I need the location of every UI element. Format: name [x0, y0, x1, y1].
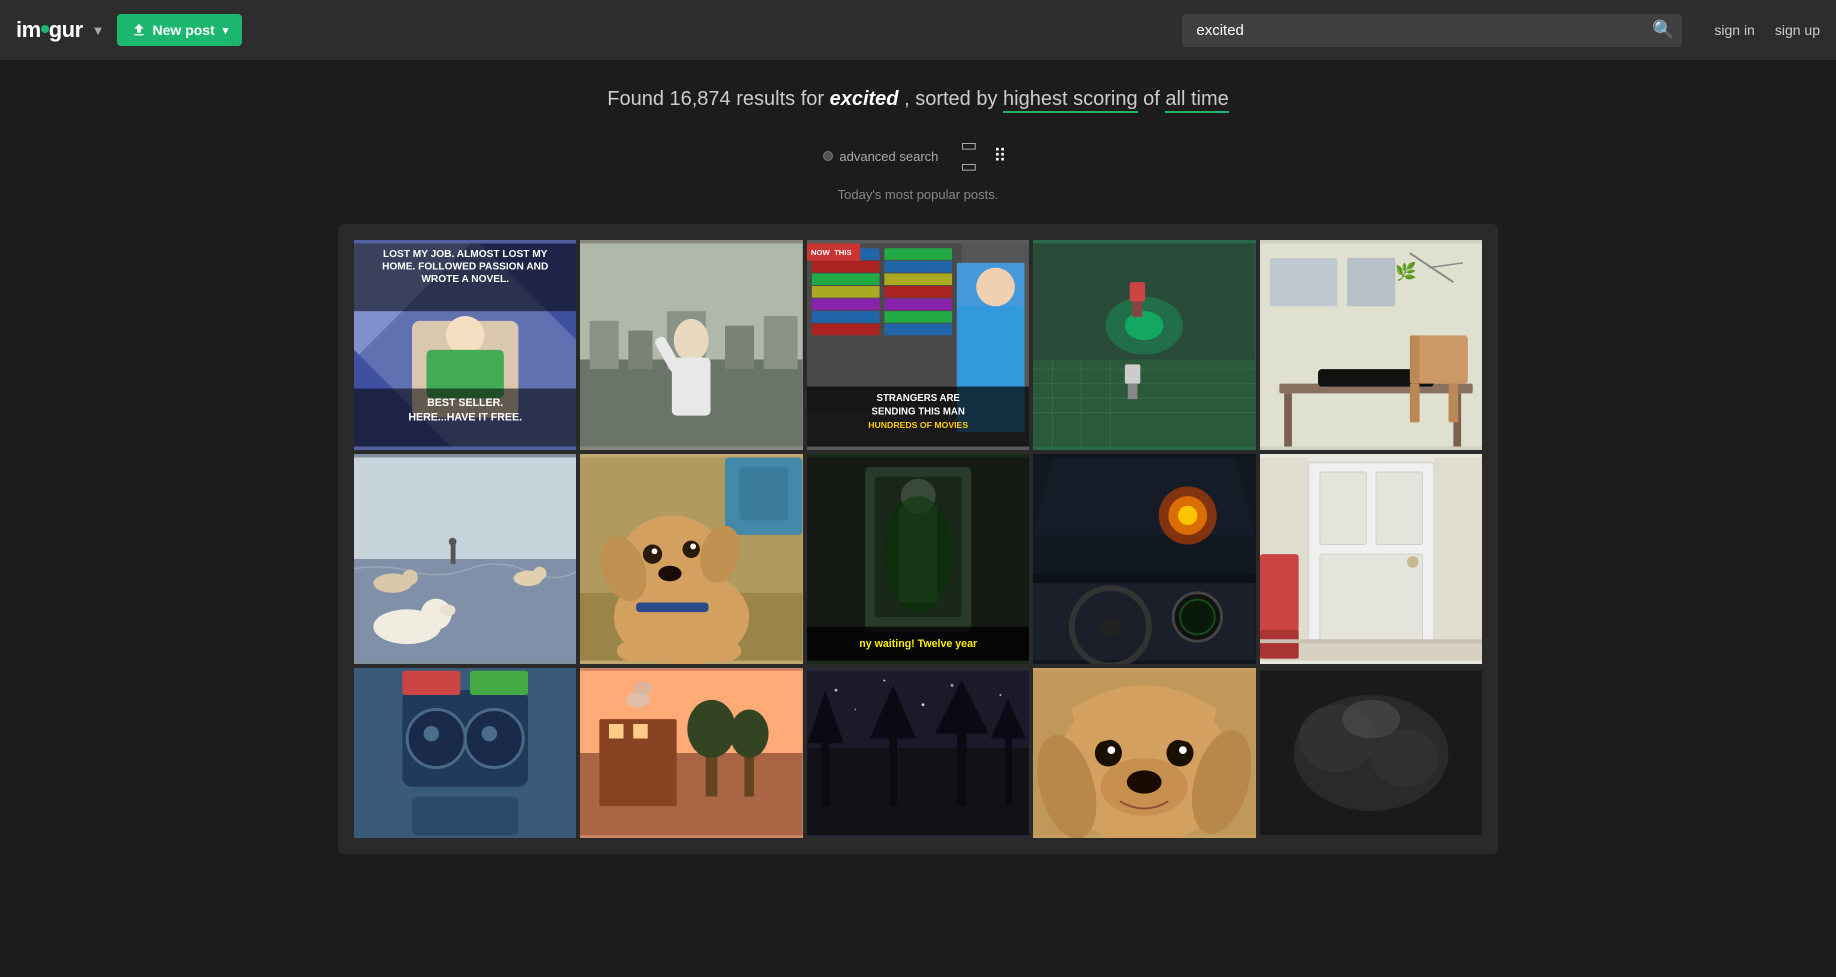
grid-item-13[interactable]: [807, 668, 1029, 838]
svg-text:🌿: 🌿: [1395, 261, 1417, 281]
grid-item-15[interactable]: [1260, 668, 1482, 838]
grid-item-8[interactable]: ny waiting! Twelve year: [807, 454, 1029, 664]
grid-item-9[interactable]: [1033, 454, 1255, 664]
filter-bar: advanced search ▭▭ ⠿: [0, 121, 1836, 187]
grid-item-6[interactable]: [354, 454, 576, 664]
results-bar: Found 16,874 results for excited , sorte…: [0, 60, 1836, 121]
header-actions: sign in sign up: [1714, 22, 1820, 38]
logo-chevron-icon[interactable]: ▼: [92, 23, 105, 38]
upload-icon: [131, 22, 147, 38]
grid-item-3[interactable]: NOW THIS STRANGERS ARE SENDING THIS MAN …: [807, 240, 1029, 450]
logo[interactable]: imgur ▼: [16, 17, 105, 43]
logo-text: imgur: [16, 17, 83, 43]
grid-view-button[interactable]: ⠿: [987, 142, 1012, 171]
time-option-link[interactable]: all time: [1165, 88, 1228, 113]
search-query-label: excited: [830, 88, 899, 110]
svg-text:LOST MY JOB. ALMOST LOST MY: LOST MY JOB. ALMOST LOST MY: [383, 249, 548, 260]
view-toggle: ▭▭ ⠿: [954, 131, 1012, 181]
new-post-button[interactable]: New post ▾: [117, 14, 243, 46]
svg-text:ny waiting! Twelve year: ny waiting! Twelve year: [859, 638, 977, 650]
sign-in-link[interactable]: sign in: [1714, 22, 1754, 38]
svg-text:HUNDREDS OF MOVIES: HUNDREDS OF MOVIES: [868, 420, 968, 430]
svg-text:HOME. FOLLOWED PASSION AND: HOME. FOLLOWED PASSION AND: [382, 262, 548, 273]
grid-view-icon: ⠿: [993, 146, 1006, 166]
results-text: Found 16,874 results for excited , sorte…: [20, 88, 1816, 111]
grid-item-5[interactable]: 🌿: [1260, 240, 1482, 450]
svg-text:STRANGERS ARE: STRANGERS ARE: [876, 393, 960, 404]
svg-text:BEST SELLER.: BEST SELLER.: [427, 397, 503, 409]
grid-item-7[interactable]: [580, 454, 802, 664]
gallery-container: LOST MY JOB. ALMOST LOST MY HOME. FOLLOW…: [338, 224, 1498, 854]
popular-posts-label: Today's most popular posts.: [0, 187, 1836, 214]
search-input[interactable]: [1182, 14, 1682, 47]
svg-text:SENDING THIS MAN: SENDING THIS MAN: [871, 407, 964, 418]
list-view-button[interactable]: ▭▭: [954, 131, 983, 181]
grid-item-4[interactable]: [1033, 240, 1255, 450]
advanced-search-toggle[interactable]: advanced search: [823, 149, 938, 164]
search-icon: 🔍: [1652, 20, 1674, 40]
svg-text:HERE...HAVE IT FREE.: HERE...HAVE IT FREE.: [408, 411, 522, 423]
grid-item-2[interactable]: [580, 240, 802, 450]
svg-text:WROTE A NOVEL.: WROTE A NOVEL.: [421, 274, 509, 285]
list-view-icon: ▭▭: [960, 135, 977, 176]
main-content: LOST MY JOB. ALMOST LOST MY HOME. FOLLOW…: [318, 214, 1518, 874]
of-label: of: [1143, 88, 1165, 110]
found-count-label: Found 16,874 results for: [607, 88, 824, 110]
advanced-search-indicator: [823, 151, 833, 161]
sign-up-link[interactable]: sign up: [1775, 22, 1820, 38]
new-post-label: New post: [153, 22, 215, 38]
sort-option-link[interactable]: highest scoring: [1003, 88, 1138, 113]
grid-item-12[interactable]: [580, 668, 802, 838]
search-button[interactable]: 🔍: [1652, 20, 1674, 41]
sorted-by-label: , sorted by: [904, 88, 997, 110]
search-container: 🔍: [1182, 14, 1682, 47]
new-post-chevron-icon: ▾: [223, 24, 229, 37]
svg-text:THIS: THIS: [834, 248, 852, 257]
advanced-search-label: advanced search: [839, 149, 938, 164]
grid-item-11[interactable]: [354, 668, 576, 838]
grid-item-14[interactable]: [1033, 668, 1255, 838]
grid-item-10[interactable]: [1260, 454, 1482, 664]
svg-text:NOW: NOW: [811, 248, 831, 257]
grid-item-1[interactable]: LOST MY JOB. ALMOST LOST MY HOME. FOLLOW…: [354, 240, 576, 450]
image-grid: LOST MY JOB. ALMOST LOST MY HOME. FOLLOW…: [354, 240, 1482, 838]
